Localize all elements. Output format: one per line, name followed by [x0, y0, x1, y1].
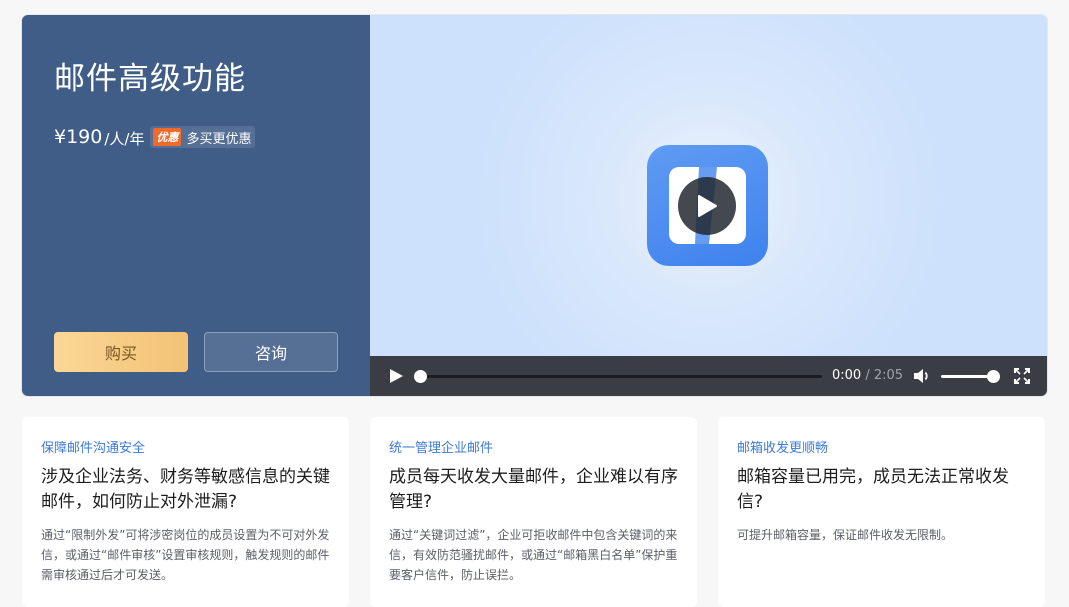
consult-button[interactable]: 咨询: [204, 332, 338, 372]
buy-button[interactable]: 购买: [54, 332, 188, 372]
video-controls: 0:00 / 2:05: [370, 356, 1047, 396]
card-title: 涉及企业法务、财务等敏感信息的关键邮件，如何防止对外泄漏?: [41, 467, 330, 512]
fullscreen-icon[interactable]: [1014, 368, 1030, 384]
progress-bar[interactable]: [414, 370, 822, 383]
card-title: 邮箱容量已用完，成员无法正常收发信?: [737, 467, 1009, 512]
video-player[interactable]: 0:00 / 2:05: [370, 15, 1047, 396]
price-row: ¥190 /人/年 优惠 多买更优惠: [54, 125, 256, 149]
price-unit: /人/年: [104, 130, 145, 148]
feature-card-security: 保障邮件沟通安全 涉及企业法务、财务等敏感信息的关键邮件，如何防止对外泄漏? 通…: [22, 417, 349, 607]
time-display: 0:00 / 2:05: [832, 368, 903, 383]
feature-card-capacity: 邮箱收发更顺畅 邮箱容量已用完，成员无法正常收发信? 可提升邮箱容量，保证邮件收…: [718, 417, 1045, 607]
big-play-button[interactable]: [678, 177, 736, 235]
card-tag: 邮箱收发更顺畅: [737, 441, 829, 456]
card-description: 通过“关键词过滤”，企业可拒收邮件中包含关键词的来信，有效防范骚扰邮件，或通过“…: [389, 528, 678, 582]
promo-badge: 优惠 多买更优惠: [150, 126, 256, 148]
price-value: ¥190: [54, 126, 103, 148]
volume-slider-handle[interactable]: [987, 370, 1000, 383]
card-title: 成员每天收发大量邮件，企业难以有序管理?: [389, 467, 678, 512]
feature-info-panel: 邮件高级功能 ¥190 /人/年 优惠 多买更优惠 购买 咨询: [22, 15, 370, 396]
card-tag: 保障邮件沟通安全: [41, 441, 146, 456]
feature-title: 邮件高级功能: [54, 61, 246, 97]
promo-text: 多买更优惠: [186, 131, 252, 147]
feature-card-management: 统一管理企业邮件 成员每天收发大量邮件，企业难以有序管理? 通过“关键词过滤”，…: [370, 417, 697, 607]
promo-tag: 优惠: [153, 128, 182, 146]
current-time: 0:00: [832, 368, 862, 383]
feature-hero: 邮件高级功能 ¥190 /人/年 优惠 多买更优惠 购买 咨询 0:00 / 2…: [22, 15, 1047, 396]
progress-handle[interactable]: [414, 370, 427, 383]
volume-icon[interactable]: [913, 367, 931, 385]
play-pause-icon[interactable]: [388, 368, 404, 384]
card-description: 通过“限制外发”可将涉密岗位的成员设置为不可对外发信，或通过“邮件审核”设置审核…: [41, 528, 330, 582]
card-tag: 统一管理企业邮件: [389, 441, 494, 456]
duration: 2:05: [873, 368, 904, 383]
time-separator: /: [865, 368, 870, 383]
play-icon: [698, 195, 717, 217]
card-description: 可提升邮箱容量，保证邮件收发无限制。: [737, 528, 954, 542]
